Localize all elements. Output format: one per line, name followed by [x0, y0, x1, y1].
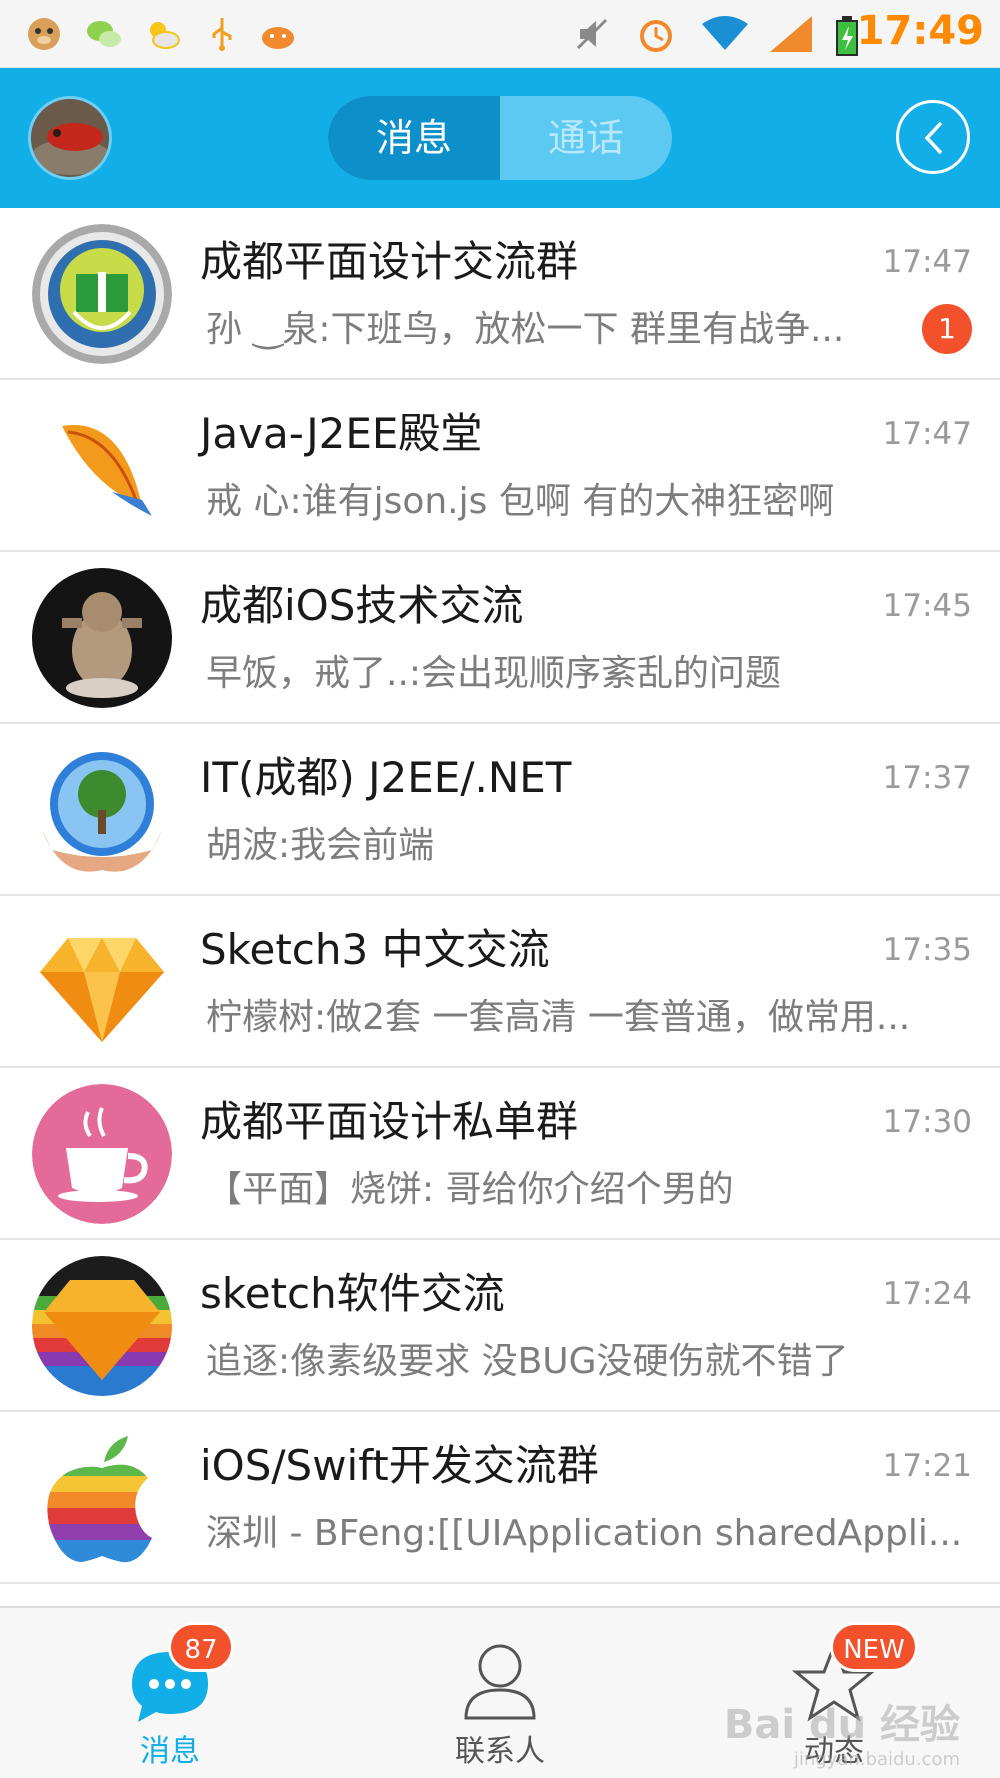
baidu-watermark: Bai du 经验	[723, 1702, 960, 1748]
wifi-icon	[700, 14, 750, 54]
conversation-preview: 深圳 - BFeng:[[UIApplication sharedAppli..…	[206, 1513, 963, 1554]
conversation-time: 17:24	[882, 1276, 972, 1312]
nav-label: 消息	[140, 1734, 200, 1769]
conversation-title: 成都平面设计私单群	[200, 1097, 579, 1146]
conversation-title: Java-J2EE殿堂	[200, 409, 483, 458]
conversation-row[interactable]: IT(成都) J2EE/.NET 17:37 胡波:我会前端	[0, 724, 1000, 896]
back-button[interactable]	[896, 100, 970, 174]
user-avatar[interactable]	[28, 96, 112, 180]
conversation-preview: 【平面】烧饼: 哥给你介绍个男的	[206, 1169, 734, 1210]
conversation-time: 17:47	[882, 416, 972, 452]
conversation-preview: 早饭，戒了..:会出现顺序紊乱的问题	[206, 653, 782, 694]
conversation-time: 17:45	[882, 588, 972, 624]
conversation-title: iOS/Swift开发交流群	[200, 1441, 599, 1490]
conversation-row[interactable]: 成都iOS技术交流 17:45 早饭，戒了..:会出现顺序紊乱的问题	[0, 552, 1000, 724]
nav-label: 联系人	[455, 1734, 545, 1769]
conversation-title: 成都平面设计交流群	[200, 237, 579, 286]
conversation-preview: 胡波:我会前端	[206, 825, 435, 866]
conversation-row[interactable]: Sketch3 中文交流 17:35 柠檬树:做2套 一套高清 一套普通，做常用…	[0, 896, 1000, 1068]
bottom-nav: 87 消息 联系人 NEW 动态 Bai du 经验 jingyan.baidu…	[0, 1606, 1000, 1778]
weather-icon	[142, 14, 182, 54]
wechat-icon	[84, 14, 124, 54]
nav-contacts[interactable]: 联系人	[400, 1608, 600, 1778]
conversation-row[interactable]: Java-J2EE殿堂 17:47 戒 心:谁有json.js 包啊 有的大神狂…	[0, 380, 1000, 552]
feather-icon	[32, 396, 172, 536]
status-time: 17:49	[856, 8, 984, 54]
conversation-row[interactable]: 成都平面设计私单群 17:30 【平面】烧饼: 哥给你介绍个男的	[0, 1068, 1000, 1240]
chevron-left-icon	[924, 121, 943, 155]
conversation-title: Sketch3 中文交流	[200, 925, 550, 974]
android-debug-icon	[258, 14, 298, 54]
sketch-rainbow-icon	[32, 1256, 172, 1396]
conversation-preview: 柠檬树:做2套 一套高清 一套普通，做常用...	[206, 997, 911, 1038]
globe-tree-icon	[32, 740, 172, 880]
conversation-title: IT(成都) J2EE/.NET	[200, 753, 572, 802]
new-badge: NEW	[830, 1622, 918, 1672]
tab-messages[interactable]: 消息	[328, 96, 500, 180]
conversation-row[interactable]: sketch软件交流 17:24 追逐:像素级要求 没BUG没硬伤就不错了	[0, 1240, 1000, 1412]
conversation-title: sketch软件交流	[200, 1269, 505, 1318]
conversation-title: 成都iOS技术交流	[200, 581, 524, 630]
mute-icon	[572, 14, 612, 54]
nav-messages[interactable]: 87 消息	[70, 1608, 270, 1778]
rainbow-apple-icon	[32, 1428, 172, 1568]
coffee-cup-icon	[32, 1084, 172, 1224]
signal-icon	[768, 14, 814, 54]
conversation-preview: 追逐:像素级要求 没BUG没硬伤就不错了	[206, 1341, 849, 1382]
unread-badge: 1	[922, 304, 972, 354]
app-header: 消息 通话	[0, 68, 1000, 208]
usb-icon	[202, 14, 242, 54]
baidu-watermark-url: jingyan.baidu.com	[793, 1749, 960, 1770]
conversation-time: 17:30	[882, 1104, 972, 1140]
messages-count-badge: 87	[168, 1622, 234, 1672]
segmented-control: 消息 通话	[328, 96, 672, 180]
alarm-icon	[636, 14, 676, 54]
conversation-preview: 孙 ‿泉:下班鸟，放松一下 群里有战争...	[206, 309, 845, 350]
book-logo-icon	[32, 224, 172, 364]
tab-calls[interactable]: 通话	[500, 96, 672, 180]
sketch-diamond-icon	[32, 912, 172, 1052]
conversation-list: 成都平面设计交流群 17:47 孙 ‿泉:下班鸟，放松一下 群里有战争... 1…	[0, 208, 1000, 1608]
status-bar: 17:49	[0, 0, 1000, 68]
conversation-row[interactable]: iOS/Swift开发交流群 17:21 深圳 - BFeng:[[UIAppl…	[0, 1412, 1000, 1584]
contact-person-icon	[464, 1644, 536, 1720]
conversation-preview: 戒 心:谁有json.js 包啊 有的大神狂密啊	[206, 481, 835, 522]
baby-photo-icon	[32, 568, 172, 708]
conversation-time: 17:47	[882, 244, 972, 280]
monkey-app-icon	[24, 14, 64, 54]
conversation-row[interactable]: 成都平面设计交流群 17:47 孙 ‿泉:下班鸟，放松一下 群里有战争... 1	[0, 208, 1000, 380]
conversation-time: 17:35	[882, 932, 972, 968]
conversation-time: 17:21	[882, 1448, 972, 1484]
conversation-time: 17:37	[882, 760, 972, 796]
